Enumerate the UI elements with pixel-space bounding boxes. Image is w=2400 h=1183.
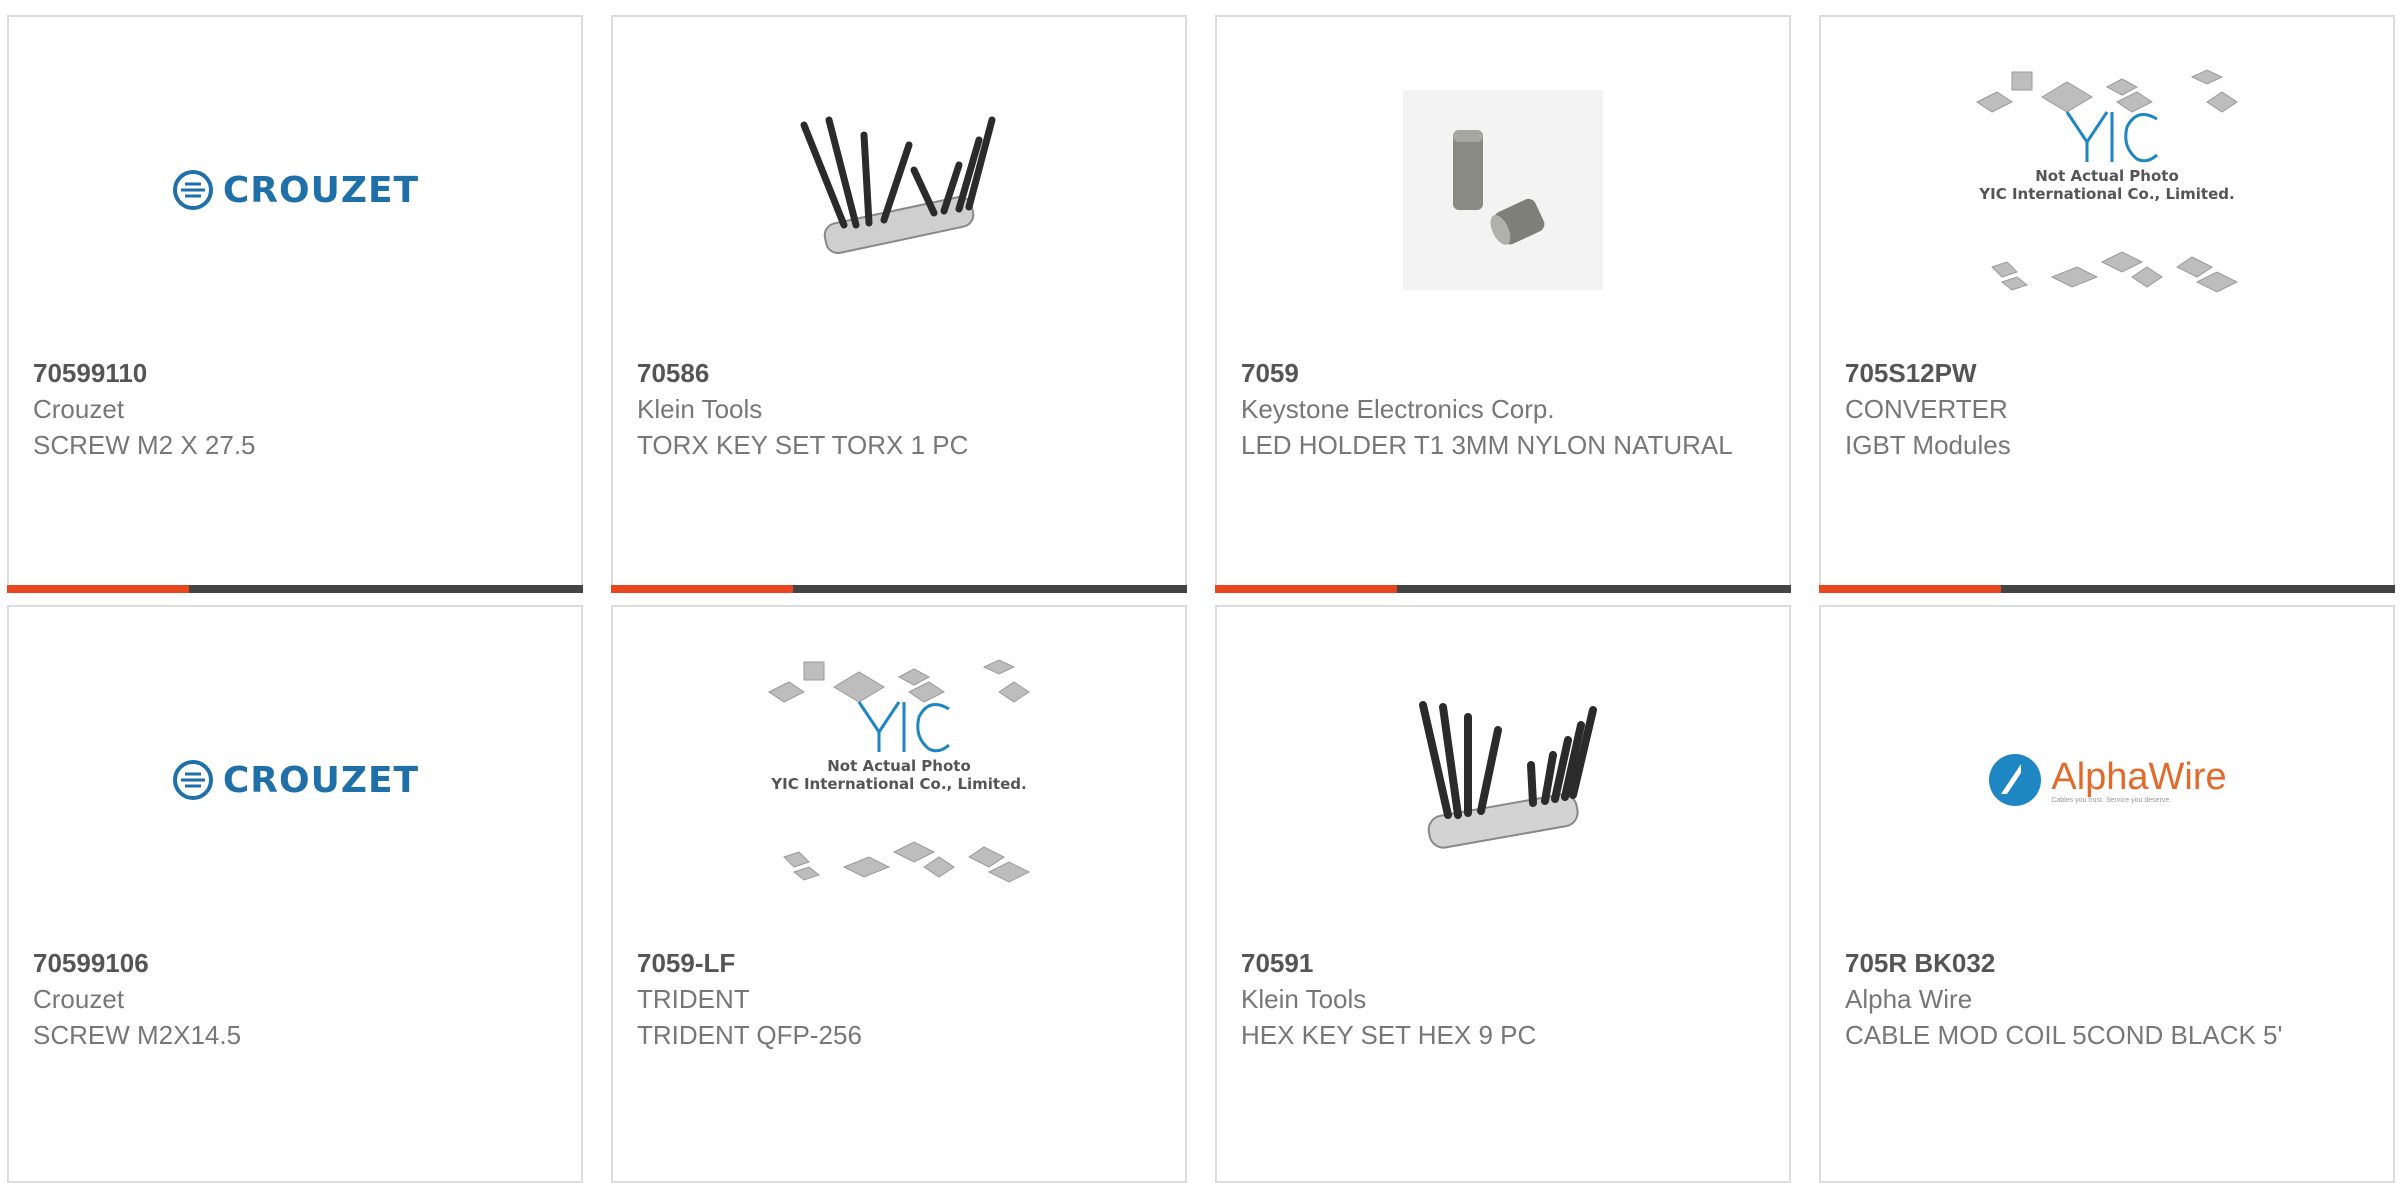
product-image[interactable]	[613, 65, 1185, 315]
product-card[interactable]: AlphaWire Cables you trust. Service you …	[1819, 605, 2395, 1183]
product-card[interactable]: CROUZET 70599110 Crouzet SCREW M2 X 27.5	[7, 15, 583, 593]
crouzet-logo: CROUZET	[171, 758, 419, 802]
description: LED HOLDER T1 3MM NYLON NATURAL	[1241, 430, 1733, 460]
manufacturer: TRIDENT	[637, 984, 750, 1014]
part-number[interactable]: 70599110	[33, 355, 541, 391]
description: SCREW M2X14.5	[33, 1020, 242, 1050]
card-footer-bar	[7, 585, 583, 593]
part-number[interactable]: 705S12PW	[1845, 355, 2353, 391]
part-number[interactable]: 7059-LF	[637, 945, 1145, 981]
alphawire-logo: AlphaWire Cables you trust. Service you …	[1987, 752, 2227, 808]
part-number[interactable]: 7059	[1241, 355, 1749, 391]
product-image[interactable]: AlphaWire Cables you trust. Service you …	[1821, 655, 2393, 905]
card-footer-bar	[1819, 585, 2395, 593]
part-number[interactable]: 70599106	[33, 945, 541, 981]
description: TRIDENT QFP-256	[637, 1020, 862, 1050]
card-footer-bar	[1215, 585, 1791, 593]
product-card[interactable]: 70586 Klein Tools TORX KEY SET TORX 1 PC	[611, 15, 1187, 593]
description: CABLE MOD COIL 5COND BLACK 5'	[1845, 1020, 2283, 1050]
product-image[interactable]: Not Actual Photo YIC International Co., …	[1821, 62, 2393, 312]
hex-key-set-image	[1419, 701, 1597, 849]
product-card[interactable]: 70591 Klein Tools HEX KEY SET HEX 9 PC	[1215, 605, 1791, 1183]
part-number[interactable]: 70586	[637, 355, 1145, 391]
description: TORX KEY SET TORX 1 PC	[637, 430, 969, 460]
product-image[interactable]	[1217, 655, 1789, 905]
product-card[interactable]: Not Actual Photo YIC International Co., …	[1819, 15, 2395, 593]
crouzet-logo: CROUZET	[171, 168, 419, 212]
manufacturer: Klein Tools	[637, 394, 763, 424]
product-card[interactable]: CROUZET 70599106 Crouzet SCREW M2X14.5	[7, 605, 583, 1183]
manufacturer: Klein Tools	[1241, 984, 1367, 1014]
manufacturer: Crouzet	[33, 984, 125, 1014]
manufacturer: Alpha Wire	[1845, 984, 1973, 1014]
manufacturer: Crouzet	[33, 394, 125, 424]
part-number[interactable]: 705R BK032	[1845, 945, 2353, 981]
product-image[interactable]: CROUZET	[9, 655, 581, 905]
manufacturer: Keystone Electronics Corp.	[1241, 394, 1555, 424]
product-card[interactable]: 7059 Keystone Electronics Corp. LED HOLD…	[1215, 15, 1791, 593]
part-number[interactable]: 70591	[1241, 945, 1749, 981]
product-image[interactable]	[1217, 65, 1789, 315]
torx-key-set-image	[800, 116, 996, 255]
card-footer-bar	[611, 585, 1187, 593]
manufacturer: CONVERTER	[1845, 394, 2008, 424]
description: IGBT Modules	[1845, 430, 2011, 460]
yic-placeholder-image: Not Actual Photo YIC International Co., …	[764, 657, 1034, 897]
product-image[interactable]: Not Actual Photo YIC International Co., …	[613, 652, 1185, 902]
description: HEX KEY SET HEX 9 PC	[1241, 1020, 1537, 1050]
product-card[interactable]: Not Actual Photo YIC International Co., …	[611, 605, 1187, 1183]
led-holder-image	[1403, 90, 1603, 290]
yic-placeholder-image: Not Actual Photo YIC International Co., …	[1972, 67, 2242, 307]
product-image[interactable]: CROUZET	[9, 65, 581, 315]
description: SCREW M2 X 27.5	[33, 430, 256, 460]
